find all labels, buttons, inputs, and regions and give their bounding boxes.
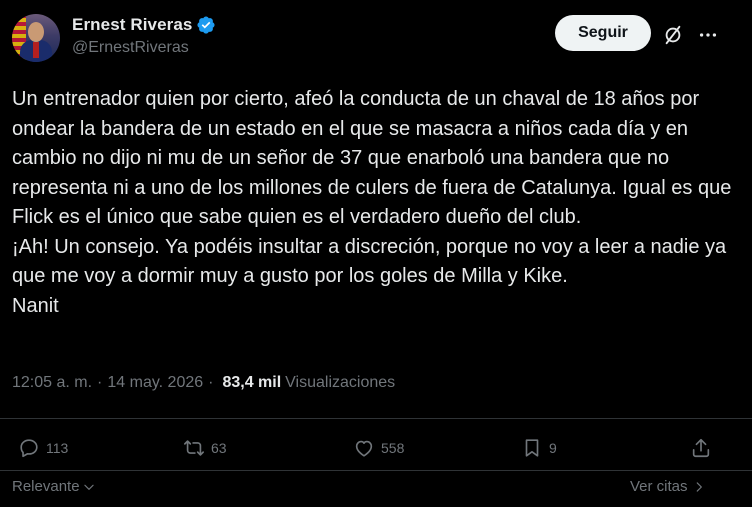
meta-separator: · — [97, 374, 103, 391]
author-display-name[interactable]: Ernest Riveras — [72, 15, 192, 35]
meta-separator: · — [208, 374, 214, 391]
chevron-down-icon — [83, 484, 94, 490]
more-options-icon[interactable] — [697, 24, 719, 46]
repost-icon — [184, 440, 204, 456]
views-label[interactable]: Visualizaciones — [285, 374, 395, 392]
author-name-row: Ernest Riveras — [72, 15, 216, 35]
heart-icon — [355, 440, 373, 457]
reply-count: 113 — [46, 440, 69, 456]
author-handle[interactable]: @ErnestRiveras — [72, 39, 216, 57]
avatar-face — [28, 22, 44, 42]
see-quotes-link[interactable]: Ver citas — [630, 478, 706, 495]
follow-button[interactable]: Seguir — [555, 15, 651, 51]
tweet-detail: Ernest Riveras @ErnestRiveras Seguir Un … — [0, 0, 752, 507]
divider — [0, 470, 752, 471]
tweet-paragraph: Un entrenador quien por cierto, afeó la … — [12, 88, 732, 228]
see-quotes-label: Ver citas — [630, 478, 688, 495]
reply-icon — [20, 439, 38, 458]
bookmark-count: 9 — [549, 440, 557, 456]
author-info: Ernest Riveras @ErnestRiveras — [72, 15, 216, 57]
like-count: 558 — [381, 440, 405, 456]
share-icon — [692, 438, 710, 458]
avatar[interactable] — [12, 14, 60, 62]
tweet-paragraph: Nanit — [12, 294, 59, 317]
like-button[interactable]: 558 — [353, 434, 404, 462]
repost-button[interactable]: 63 — [183, 434, 227, 462]
tweet-time[interactable]: 12:05 a. m. — [12, 374, 92, 392]
tweet-paragraph: ¡Ah! Un consejo. Ya podéis insultar a di… — [12, 235, 727, 288]
tweet-text: Un entrenador quien por cierto, afeó la … — [12, 85, 742, 321]
tweet-meta: 12:05 a. m. · 14 may. 2026 · 83,4 mil Vi… — [12, 374, 395, 392]
views-count[interactable]: 83,4 mil — [222, 374, 281, 392]
grok-icon[interactable] — [662, 24, 684, 46]
repost-count: 63 — [211, 440, 227, 456]
avatar-tie — [33, 42, 39, 58]
reply-button[interactable]: 113 — [18, 434, 68, 462]
divider — [0, 418, 752, 419]
verified-badge-icon[interactable] — [196, 15, 216, 35]
bookmark-button[interactable]: 9 — [521, 434, 557, 462]
share-button[interactable] — [690, 434, 712, 462]
tweet-date[interactable]: 14 may. 2026 — [107, 374, 203, 392]
sort-replies-dropdown[interactable]: Relevante — [12, 478, 96, 495]
chevron-right-icon — [696, 481, 702, 492]
bookmark-icon — [525, 439, 539, 457]
sort-label: Relevante — [12, 478, 80, 495]
